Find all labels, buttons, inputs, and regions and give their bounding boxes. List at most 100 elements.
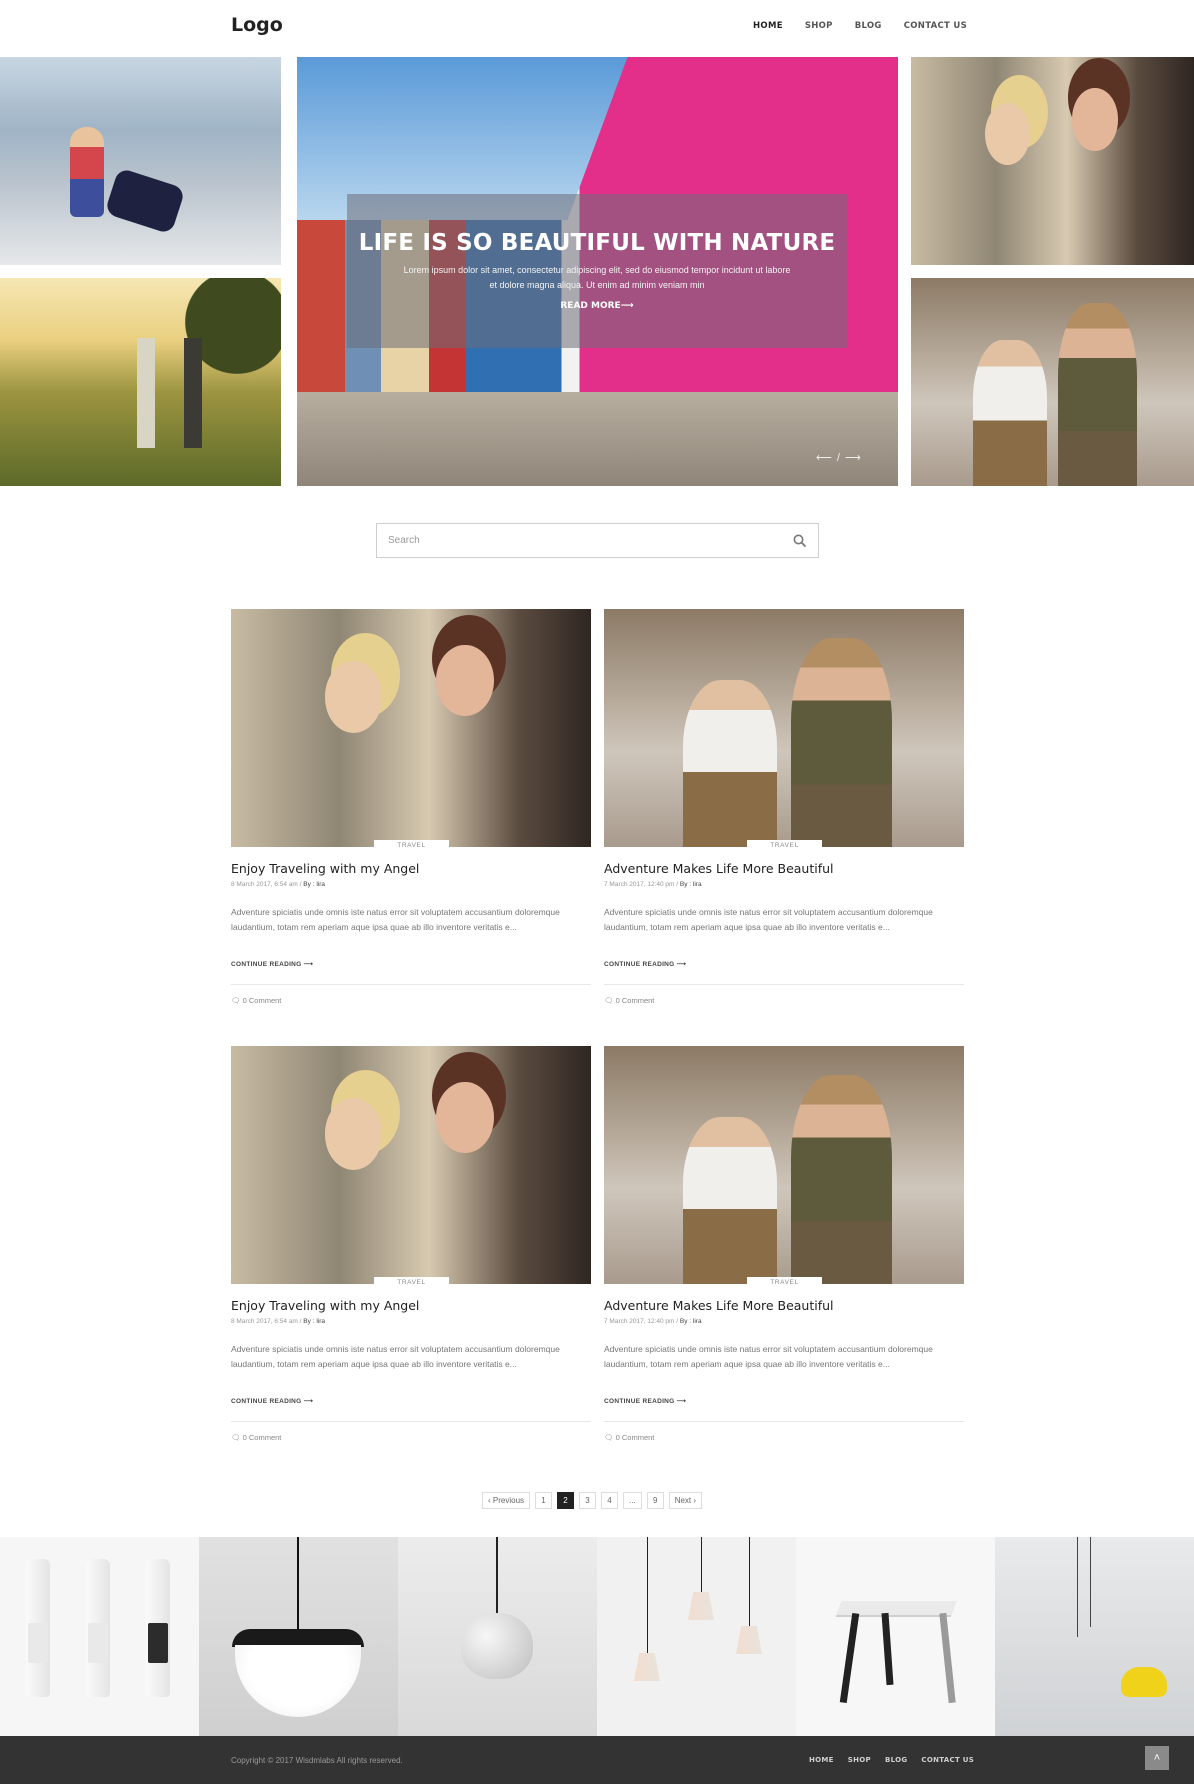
pagination-page-1[interactable]: 1: [535, 1492, 553, 1509]
chevron-up-icon[interactable]: ˄: [1145, 1746, 1169, 1770]
lamp-cord: [1090, 1537, 1091, 1627]
post-comments[interactable]: 🗨 0 Comment: [604, 1433, 654, 1442]
nav-blog[interactable]: BLOG: [855, 21, 882, 31]
photo: [0, 57, 281, 265]
comment-count: 0 Comment: [242, 1433, 282, 1442]
post-date: 8 March 2017, 6:54 am: [231, 881, 298, 888]
blog-post-card: TRAVEL Adventure Makes Life More Beautif…: [604, 609, 964, 1005]
table-leg: [839, 1612, 860, 1704]
post-comments[interactable]: 🗨 0 Comment: [604, 996, 654, 1005]
lamp-cord: [701, 1537, 702, 1595]
divider: [604, 1421, 964, 1422]
post-title[interactable]: Adventure Makes Life More Beautiful: [604, 861, 834, 876]
gallery-photo-airport-child[interactable]: [0, 57, 281, 265]
table-leg: [939, 1612, 956, 1704]
pagination-page-2-current[interactable]: 2: [557, 1492, 575, 1509]
post-category-tag[interactable]: TRAVEL: [747, 840, 822, 852]
post-excerpt: Adventure spiciatis unde omnis iste natu…: [604, 907, 933, 932]
gallery-photo-two-women[interactable]: [911, 57, 1194, 265]
photo: [231, 609, 591, 847]
post-title[interactable]: Enjoy Traveling with my Angel: [231, 861, 419, 876]
footer-nav-shop[interactable]: SHOP: [848, 1756, 871, 1764]
post-title[interactable]: Enjoy Traveling with my Angel: [231, 1298, 419, 1313]
footer-nav-blog[interactable]: BLOG: [885, 1756, 907, 1764]
post-comments[interactable]: 🗨 0 Comment: [231, 1433, 281, 1442]
hero-slider-arrows[interactable]: ⟵ / ⟶: [816, 451, 862, 464]
post-meta: 7 March 2017, 12:40 pm / By : lira: [604, 881, 702, 888]
pagination-next[interactable]: Next ›: [668, 1492, 703, 1509]
lamp-cord: [647, 1537, 648, 1657]
continue-reading-link[interactable]: CONTINUE READING ⟶: [231, 960, 313, 968]
post-thumbnail[interactable]: [604, 1046, 964, 1284]
product-gallery: [0, 1537, 1194, 1736]
lamp-cone: [634, 1653, 660, 1681]
post-meta: 7 March 2017, 12:40 pm / By : lira: [604, 1318, 702, 1325]
lamp-cord: [1077, 1537, 1078, 1637]
search-icon[interactable]: [793, 534, 806, 547]
nav-home[interactable]: HOME: [753, 21, 783, 31]
pagination-page-9[interactable]: 9: [646, 1492, 664, 1509]
product-cone-pendants[interactable]: [597, 1537, 796, 1736]
post-thumbnail[interactable]: [231, 609, 591, 847]
post-author[interactable]: lira: [693, 881, 702, 888]
photo: [231, 1046, 591, 1284]
nav-contact-us[interactable]: CONTACT US: [904, 21, 967, 31]
post-author[interactable]: lira: [693, 1318, 702, 1325]
post-title[interactable]: Adventure Makes Life More Beautiful: [604, 1298, 834, 1313]
post-by-label: By :: [303, 881, 315, 888]
post-author[interactable]: lira: [316, 1318, 325, 1325]
comment-count: 0 Comment: [615, 996, 655, 1005]
product-ceramic-bottles[interactable]: [0, 1537, 199, 1736]
blog-post-card: TRAVEL Enjoy Traveling with my Angel 8 M…: [231, 1046, 591, 1442]
gallery-photo-family-map[interactable]: [911, 278, 1194, 486]
product-pendant-lamp-grey[interactable]: [398, 1537, 597, 1736]
site-logo[interactable]: Logo: [231, 14, 283, 36]
post-by-label: By :: [303, 1318, 315, 1325]
post-thumbnail[interactable]: [604, 609, 964, 847]
nav-shop[interactable]: SHOP: [805, 21, 833, 31]
site-header: Logo HOME SHOP BLOG CONTACT US: [0, 0, 1194, 57]
footer-nav-contact-us[interactable]: CONTACT US: [921, 1756, 974, 1764]
comment-icon: 🗨: [231, 996, 241, 1005]
bottle: [146, 1559, 170, 1697]
photo: [0, 278, 281, 486]
post-comments[interactable]: 🗨 0 Comment: [231, 996, 281, 1005]
product-yellow-chair-lights[interactable]: [995, 1537, 1194, 1736]
pagination: ‹ Previous 1 2 3 4 ... 9 Next ›: [482, 1492, 703, 1509]
post-author[interactable]: lira: [316, 881, 325, 888]
post-category-tag[interactable]: TRAVEL: [374, 840, 449, 852]
continue-reading-link[interactable]: CONTINUE READING ⟶: [604, 960, 686, 968]
meta-separator: /: [299, 1318, 302, 1325]
search-input[interactable]: [377, 524, 777, 557]
photo: [911, 278, 1194, 486]
lamp-cord: [297, 1537, 299, 1629]
footer-nav: HOME SHOP BLOG CONTACT US: [809, 1756, 988, 1764]
blog-post-card: TRAVEL Enjoy Traveling with my Angel 8 M…: [231, 609, 591, 1005]
comment-icon: 🗨: [604, 996, 614, 1005]
hero-text: Lorem ipsum dolor sit amet, consectetur …: [403, 265, 791, 290]
product-side-table[interactable]: [796, 1537, 995, 1736]
gallery-photo-couple-bicycles[interactable]: [0, 278, 281, 486]
post-category-tag[interactable]: TRAVEL: [747, 1277, 822, 1289]
meta-separator: /: [299, 881, 302, 888]
comment-count: 0 Comment: [615, 1433, 655, 1442]
product-pendant-lamp-black[interactable]: [199, 1537, 398, 1736]
pagination-page-4[interactable]: 4: [601, 1492, 619, 1509]
post-date: 7 March 2017, 12:40 pm: [604, 1318, 675, 1325]
table-leg: [881, 1612, 894, 1686]
continue-reading-link[interactable]: CONTINUE READING ⟶: [604, 1397, 686, 1405]
post-thumbnail[interactable]: [231, 1046, 591, 1284]
meta-separator: /: [676, 881, 679, 888]
post-excerpt: Adventure spiciatis unde omnis iste natu…: [231, 907, 560, 932]
meta-separator: /: [676, 1318, 679, 1325]
pagination-ellipsis: ...: [623, 1492, 642, 1509]
lamp-cone: [736, 1626, 762, 1654]
footer-nav-home[interactable]: HOME: [809, 1756, 834, 1764]
divider: [604, 984, 964, 985]
search-bar: [376, 523, 819, 558]
continue-reading-link[interactable]: CONTINUE READING ⟶: [231, 1397, 313, 1405]
post-category-tag[interactable]: TRAVEL: [374, 1277, 449, 1289]
pagination-previous[interactable]: ‹ Previous: [482, 1492, 531, 1509]
pagination-page-3[interactable]: 3: [579, 1492, 597, 1509]
hero-read-more-link[interactable]: READ MORE⟶: [347, 301, 847, 311]
